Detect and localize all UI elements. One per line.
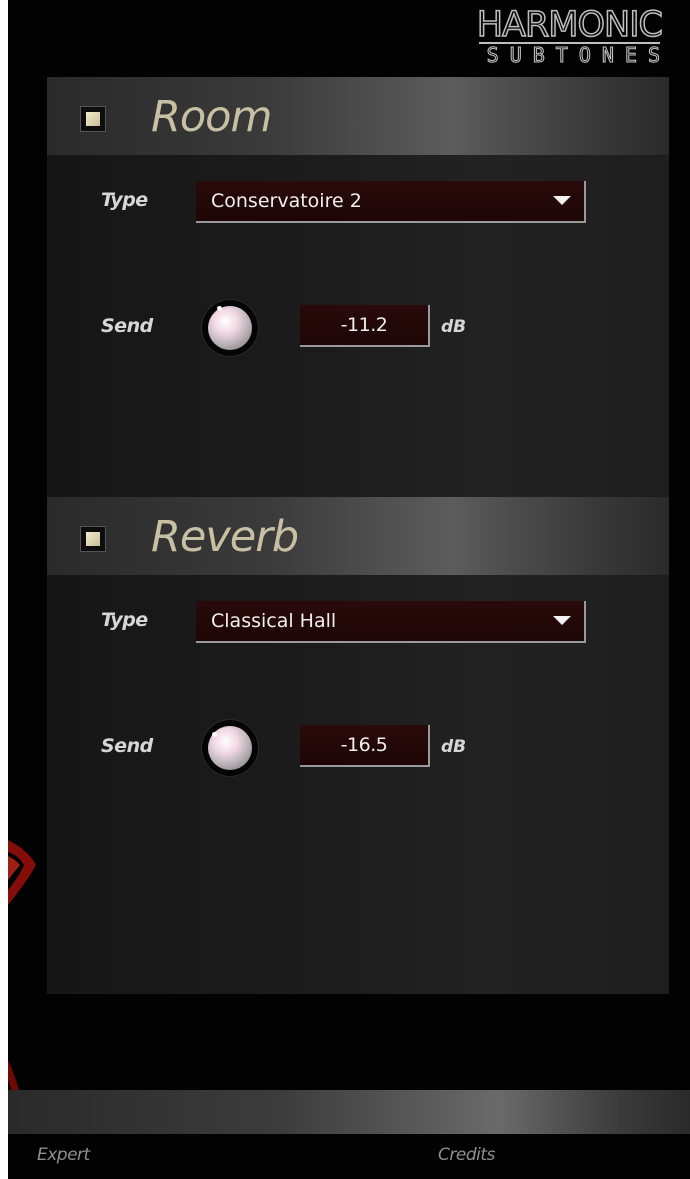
checkbox-checked-icon [86,532,100,546]
knob-indicator-icon [212,732,217,737]
logo-wordmark-top: HARMONIC [476,5,664,45]
room-send-knob[interactable] [202,300,258,356]
reverb-type-label: Type [101,609,148,631]
room-send-label: Send [101,315,153,337]
room-send-value: -11.2 [340,314,388,336]
effects-panel: Room Type Conservatoire 2 Send -11.2 dB [47,77,669,994]
knob-face-icon [208,306,252,350]
logo-wordmark-bottom: SUBTONES [486,43,671,67]
reverb-enable-checkbox[interactable] [80,526,106,552]
room-section-title: Room [151,92,272,142]
bottom-divider-bar [8,1090,690,1134]
room-send-value-field[interactable]: -11.2 [300,305,430,347]
room-type-dropdown[interactable]: Conservatoire 2 [196,181,586,223]
reverb-panel-window: HARMONIC SUBTONES Room Type Conservatoir… [8,0,690,1179]
footer-bar: Expert Credits [8,1134,690,1179]
reverb-send-value-field[interactable]: -16.5 [300,725,430,767]
reverb-send-label: Send [101,735,153,757]
room-enable-checkbox[interactable] [80,106,106,132]
room-send-unit: dB [441,317,467,337]
credits-tab[interactable]: Credits [438,1145,495,1165]
chevron-down-icon [553,196,571,205]
knob-indicator-icon [217,306,222,311]
reverb-section: Reverb Type Classical Hall Send -16.5 dB [47,497,669,994]
reverb-send-value: -16.5 [340,734,388,756]
reverb-send-unit: dB [441,737,467,757]
room-type-label: Type [101,189,148,211]
expert-tab[interactable]: Expert [37,1145,90,1165]
checkbox-checked-icon [86,112,100,126]
reverb-send-knob[interactable] [202,720,258,776]
reverb-section-header: Reverb [47,497,669,575]
room-section-header: Room [47,77,669,155]
decorative-red-swoosh [8,840,36,905]
chevron-down-icon [553,616,571,625]
reverb-type-value: Classical Hall [211,610,337,632]
room-section: Room Type Conservatoire 2 Send -11.2 dB [47,77,669,497]
reverb-section-title: Reverb [151,512,299,562]
reverb-type-dropdown[interactable]: Classical Hall [196,601,586,643]
harmonic-subtones-logo: HARMONIC SUBTONES [426,5,664,70]
room-type-value: Conservatoire 2 [211,190,362,212]
